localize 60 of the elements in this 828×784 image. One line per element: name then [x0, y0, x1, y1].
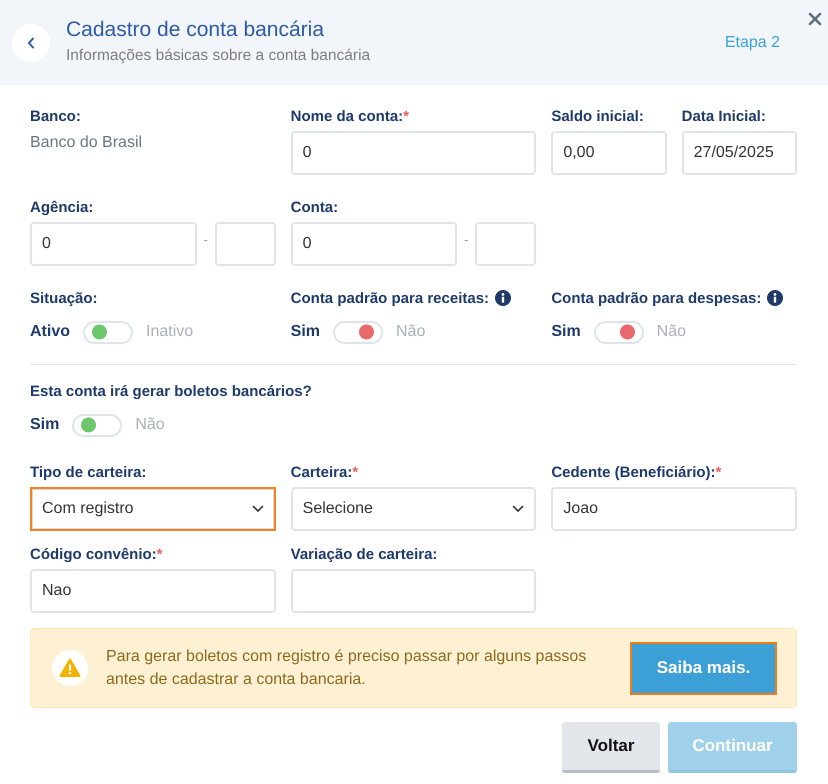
- toggle-option-label: Inativo: [146, 323, 194, 341]
- field-label: Data Inicial:: [682, 108, 766, 124]
- toggle-option-label: Sim: [290, 323, 320, 341]
- chevron-left-icon: [27, 36, 35, 48]
- check-digit-input[interactable]: [475, 222, 536, 266]
- required-mark: *: [716, 464, 722, 480]
- toggle-option-label: Ativo: [30, 323, 70, 341]
- toggle-option-label: Sim: [551, 323, 581, 341]
- field-label: Variação de carteira:: [290, 546, 438, 562]
- chevron-down-icon: [512, 505, 524, 513]
- required-mark: *: [403, 108, 410, 124]
- field-label: Nome da conta:: [290, 108, 404, 124]
- field-label: Saldo inicial:: [551, 108, 644, 124]
- field-label: Esta conta irá gerar boletos bancários?: [30, 382, 312, 400]
- back-step-button[interactable]: Voltar: [562, 722, 660, 773]
- text-input[interactable]: 27/05/2025: [682, 131, 797, 175]
- step-indicator: Etapa 2: [724, 34, 780, 52]
- back-button[interactable]: [12, 24, 50, 62]
- close-button[interactable]: [806, 10, 824, 28]
- check-digit-input[interactable]: [214, 222, 276, 266]
- select-dropdown[interactable]: Selecione: [290, 487, 536, 531]
- field-label: Conta:: [290, 198, 338, 216]
- field-label: Cedente (Beneficiário):: [551, 464, 716, 480]
- info-icon[interactable]: [495, 290, 512, 306]
- info-icon[interactable]: [767, 290, 784, 306]
- field-label: Carteira:: [290, 464, 352, 480]
- toggle-switch[interactable]: [594, 320, 644, 344]
- text-input[interactable]: 0: [290, 222, 458, 266]
- warning-icon: [52, 650, 88, 686]
- dialog-subtitle: Informações básicas sobre a conta bancária: [66, 46, 370, 66]
- toggle-switch[interactable]: [333, 320, 383, 344]
- text-input[interactable]: 0,00: [551, 131, 667, 175]
- toggle-option-label: Não: [135, 416, 165, 434]
- field-label: Banco:: [30, 108, 81, 124]
- text-input[interactable]: Joao: [551, 487, 797, 531]
- text-input[interactable]: 0: [290, 131, 536, 175]
- bank-name-text: Banco do Brasil: [30, 133, 142, 152]
- toggle-switch[interactable]: [72, 414, 122, 436]
- dialog-title: Cadastro de conta bancária: [66, 17, 324, 43]
- toggle-option-label: Não: [656, 323, 686, 341]
- chevron-down-icon: [252, 505, 264, 513]
- text-input[interactable]: 0: [30, 222, 197, 266]
- text-input[interactable]: [290, 569, 536, 613]
- field-label: Código convênio:: [30, 546, 157, 562]
- field-label: Tipo de carteira:: [30, 464, 146, 480]
- alert-message: Para gerar boletos com registro é preciso passar por alguns passos antes de cadastrar a conta bancaria.: [106, 647, 588, 690]
- separator-dash: -: [202, 232, 209, 247]
- toggle-option-label: Não: [396, 323, 426, 341]
- field-label: Conta padrão para despesas:: [551, 290, 762, 306]
- toggle-switch[interactable]: [83, 320, 133, 344]
- field-label: Agência:: [30, 198, 94, 216]
- field-label: Conta padrão para receitas:: [290, 290, 490, 306]
- close-icon: [808, 12, 822, 26]
- required-mark: *: [352, 464, 358, 480]
- select-dropdown[interactable]: Com registro: [30, 487, 276, 531]
- toggle-option-label: Sim: [30, 416, 60, 434]
- field-label: Situação:: [30, 290, 98, 306]
- separator-dash: -: [463, 232, 470, 247]
- required-mark: *: [156, 546, 163, 562]
- text-input[interactable]: Nao: [30, 569, 276, 613]
